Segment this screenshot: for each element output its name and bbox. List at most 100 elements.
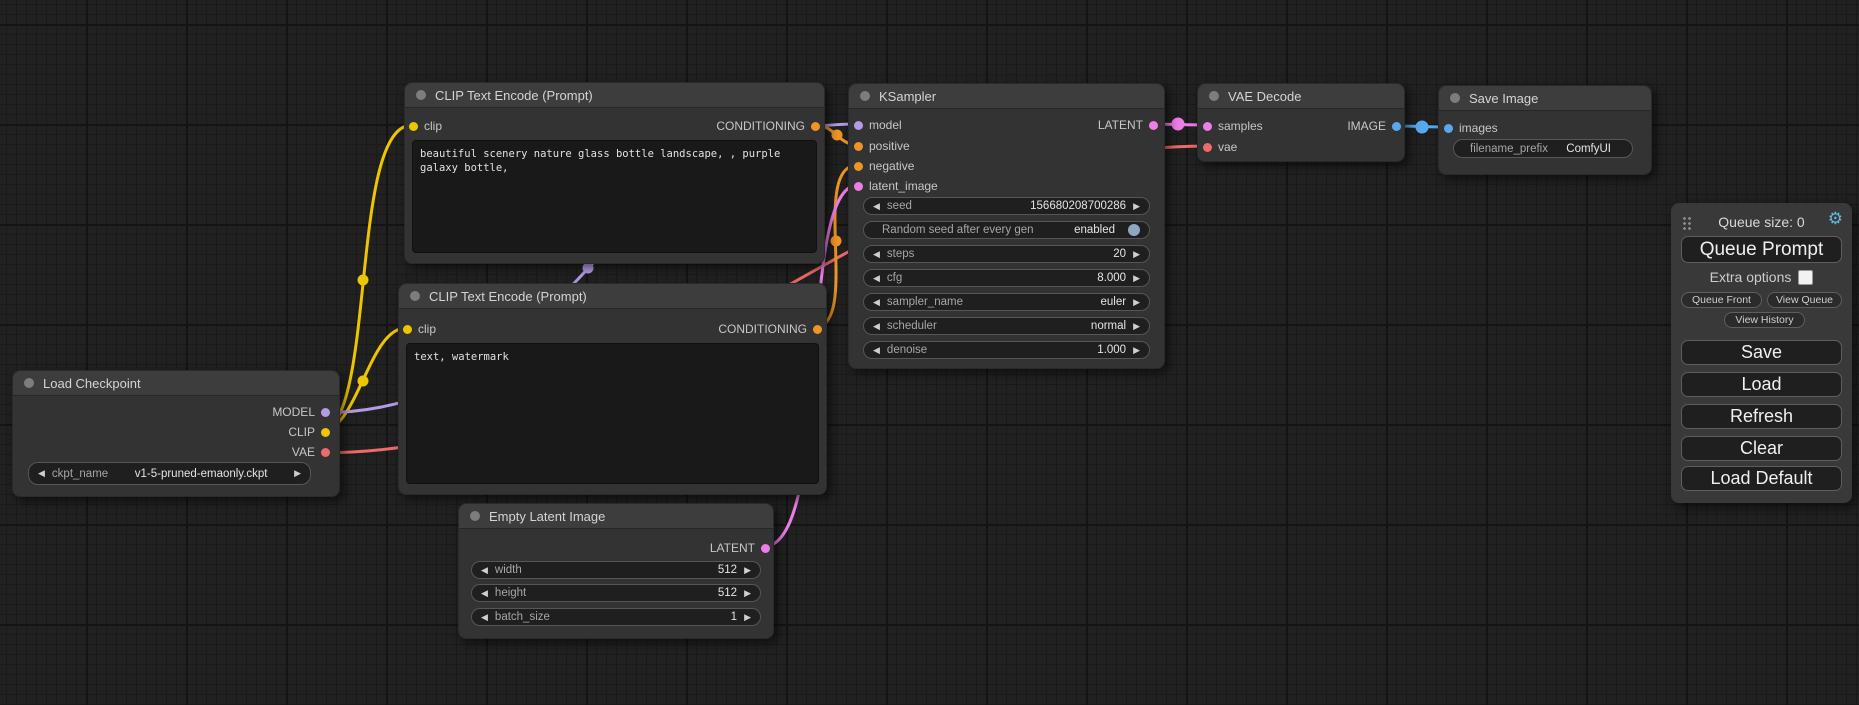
right-arrow-icon[interactable]: ▶ [744,589,751,598]
toggle-dot-icon[interactable] [1128,224,1140,236]
view-history-button[interactable]: View History [1724,312,1805,328]
output-port-latent[interactable]: LATENT [1098,117,1158,133]
positive-prompt-textarea[interactable]: beautiful scenery nature glass bottle la… [412,140,817,253]
port-dot-model[interactable] [854,121,863,130]
port-dot-latent[interactable] [761,544,770,553]
port-dot-samples[interactable] [1203,122,1212,131]
queue-prompt-button[interactable]: Queue Prompt [1681,236,1842,263]
input-port-clip[interactable]: clip [409,118,442,134]
collapse-dot-icon[interactable] [416,90,426,100]
queue-front-button[interactable]: Queue Front [1681,292,1762,308]
right-arrow-icon[interactable]: ▶ [1133,346,1140,355]
right-arrow-icon[interactable]: ▶ [1133,322,1140,331]
port-dot-positive[interactable] [854,142,863,151]
collapse-dot-icon[interactable] [1450,93,1460,103]
graph-canvas[interactable]: Load Checkpoint MODEL CLIP VAE ◀ ckpt_na… [0,0,1859,705]
port-dot-clip[interactable] [321,428,330,437]
load-default-button[interactable]: Load Default [1681,466,1842,491]
right-arrow-icon[interactable]: ▶ [744,613,751,622]
node-ksampler[interactable]: KSampler model positive negative latent_… [848,83,1165,369]
node-title-bar[interactable]: CLIP Text Encode (Prompt) [399,284,826,309]
clear-button[interactable]: Clear [1681,436,1842,461]
collapse-dot-icon[interactable] [1209,91,1219,101]
collapse-dot-icon[interactable] [24,378,34,388]
node-clip-text-encode-positive[interactable]: CLIP Text Encode (Prompt) clip CONDITION… [404,82,825,264]
seed-widget[interactable]: ◀ seed 156680208700286 ▶ [863,197,1150,215]
input-port-vae[interactable]: vae [1203,139,1237,155]
right-arrow-icon[interactable]: ▶ [1133,202,1140,211]
input-port-clip[interactable]: clip [403,321,436,337]
left-arrow-icon[interactable]: ◀ [873,202,880,211]
filename-prefix-widget[interactable]: filename_prefix ComfyUI [1453,139,1633,158]
output-port-model[interactable]: MODEL [272,404,330,420]
node-load-checkpoint[interactable]: Load Checkpoint MODEL CLIP VAE ◀ ckpt_na… [12,370,340,497]
port-dot-clip[interactable] [403,325,412,334]
collapse-dot-icon[interactable] [410,291,420,301]
output-port-conditioning[interactable]: CONDITIONING [716,118,820,134]
node-empty-latent-image[interactable]: Empty Latent Image LATENT ◀ width 512 ▶ … [458,503,774,639]
port-dot-latent[interactable] [1149,121,1158,130]
port-dot-conditioning[interactable] [811,122,820,131]
left-arrow-icon[interactable]: ◀ [481,566,488,575]
right-arrow-icon[interactable]: ▶ [744,566,751,575]
negative-prompt-textarea[interactable]: text, watermark [406,343,819,484]
node-title-bar[interactable]: Empty Latent Image [459,504,773,529]
refresh-button[interactable]: Refresh [1681,404,1842,429]
link-dot[interactable] [358,275,369,286]
port-dot-vae[interactable] [1203,143,1212,152]
link-dot[interactable] [831,236,842,247]
input-port-latent-image[interactable]: latent_image [854,178,938,194]
load-button[interactable]: Load [1681,372,1842,397]
collapse-dot-icon[interactable] [860,91,870,101]
port-dot-images[interactable] [1444,124,1453,133]
link-dot[interactable] [358,376,369,387]
port-dot-model[interactable] [321,408,330,417]
port-dot-image[interactable] [1392,122,1401,131]
node-title-bar[interactable]: KSampler [849,84,1164,109]
port-dot-clip[interactable] [409,122,418,131]
node-title-bar[interactable]: CLIP Text Encode (Prompt) [405,83,824,108]
input-port-model[interactable]: model [854,117,902,133]
input-port-negative[interactable]: negative [854,158,914,174]
left-arrow-icon[interactable]: ◀ [481,613,488,622]
cfg-widget[interactable]: ◀ cfg 8.000 ▶ [863,269,1150,287]
link-dot[interactable] [832,130,843,141]
port-dot-conditioning[interactable] [813,325,822,334]
node-clip-text-encode-negative[interactable]: CLIP Text Encode (Prompt) clip CONDITION… [398,283,827,495]
save-button[interactable]: Save [1681,340,1842,365]
node-title-bar[interactable]: VAE Decode [1198,84,1404,109]
input-port-samples[interactable]: samples [1203,118,1263,134]
left-arrow-icon[interactable]: ◀ [873,298,880,307]
link-dot[interactable] [583,263,594,274]
left-arrow-icon[interactable]: ◀ [873,250,880,259]
left-arrow-icon[interactable]: ◀ [481,589,488,598]
left-arrow-icon[interactable]: ◀ [873,274,880,283]
node-save-image[interactable]: Save Image images filename_prefix ComfyU… [1438,85,1652,175]
output-port-image[interactable]: IMAGE [1347,118,1401,134]
output-port-conditioning[interactable]: CONDITIONING [718,321,822,337]
collapse-dot-icon[interactable] [470,511,480,521]
right-arrow-icon[interactable]: ▶ [1133,298,1140,307]
left-arrow-icon[interactable]: ◀ [38,469,45,478]
port-dot-vae[interactable] [321,448,330,457]
output-port-clip[interactable]: CLIP [288,424,330,440]
random-seed-toggle-widget[interactable]: Random seed after every gen enabled [863,221,1150,239]
sampler-name-widget[interactable]: ◀ sampler_name euler ▶ [863,293,1150,311]
scheduler-widget[interactable]: ◀ scheduler normal ▶ [863,317,1150,335]
output-port-vae[interactable]: VAE [292,444,330,460]
right-arrow-icon[interactable]: ▶ [1133,250,1140,259]
denoise-widget[interactable]: ◀ denoise 1.000 ▶ [863,341,1150,359]
left-arrow-icon[interactable]: ◀ [873,346,880,355]
height-widget[interactable]: ◀ height 512 ▶ [471,584,761,602]
gear-icon[interactable]: ⚙ [1828,210,1843,227]
link-dot[interactable] [1172,118,1185,131]
input-port-images[interactable]: images [1444,120,1498,136]
right-arrow-icon[interactable]: ▶ [294,469,301,478]
node-title-bar[interactable]: Load Checkpoint [13,371,339,396]
output-port-latent[interactable]: LATENT [710,540,770,556]
right-arrow-icon[interactable]: ▶ [1133,274,1140,283]
ckpt-name-widget[interactable]: ◀ ckpt_name v1-5-pruned-emaonly.ckpt ▶ [28,462,311,485]
extra-options-checkbox[interactable] [1798,270,1813,285]
input-port-positive[interactable]: positive [854,138,910,154]
node-vae-decode[interactable]: VAE Decode samples vae IMAGE [1197,83,1405,162]
